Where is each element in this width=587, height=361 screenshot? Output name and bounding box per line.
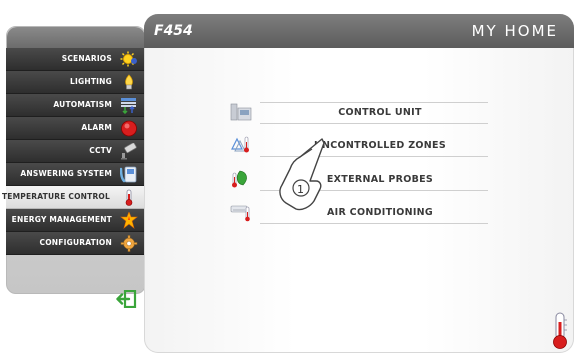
phone-icon — [120, 166, 137, 183]
panel-header: F454 MY HOME — [144, 14, 574, 48]
sidebar-item-answering-system[interactable]: ANSWERING SYSTEM — [6, 163, 146, 186]
sidebar-item-energy-management[interactable]: ENERGY MANAGEMENT — [6, 209, 146, 232]
control-unit-icon — [230, 103, 252, 121]
option-divider — [260, 102, 488, 103]
alarm-icon — [121, 120, 137, 137]
option-control-unit[interactable]: CONTROL UNIT — [230, 102, 500, 124]
sidebar-item-alarm[interactable]: ALARM — [6, 117, 146, 140]
sidebar-item-label: SCENARIOS — [61, 54, 112, 63]
sidebar-item-label: AUTOMATISM — [53, 100, 112, 109]
sidebar-menu: SCENARIOS LIGHTING AUTOMATISM ALARM CCTV… — [2, 48, 146, 255]
option-label: CONTROL UNIT — [338, 107, 422, 118]
back-arrow-icon[interactable] — [115, 290, 137, 308]
sidebar-item-cctv[interactable]: CCTV — [6, 140, 146, 163]
sidebar-item-label: CCTV — [89, 146, 112, 155]
automatism-icon — [121, 98, 136, 114]
sidebar-item-label: ALARM — [81, 123, 112, 132]
external-probes-icon — [232, 170, 247, 188]
scenarios-sun-icon — [120, 51, 137, 67]
sidebar-item-scenarios[interactable]: SCENARIOS — [6, 48, 146, 71]
thermometer-icon — [553, 312, 567, 349]
sidebar-item-label: ANSWERING SYSTEM — [20, 169, 112, 178]
brand-logo: MY HOME — [471, 22, 558, 40]
option-divider — [260, 223, 488, 224]
camera-icon — [121, 143, 137, 160]
sidebar-item-label: TEMPERATURE CONTROL — [1, 192, 110, 201]
sidebar-item-configuration[interactable]: CONFIGURATION — [6, 232, 146, 255]
energy-icon — [120, 212, 138, 229]
main-panel: F454 MY HOME CONTROL UNIT UNCONTROLLED Z… — [144, 14, 574, 353]
gear-icon — [120, 235, 138, 252]
sidebar-item-automatism[interactable]: AUTOMATISM — [6, 94, 146, 117]
pointer-callout-icon — [279, 138, 325, 211]
page-title: F454 — [154, 23, 193, 39]
sidebar-item-lighting[interactable]: LIGHTING — [6, 71, 146, 94]
air-conditioning-icon — [230, 205, 250, 222]
lightbulb-icon — [125, 74, 133, 90]
sidebar-cap — [7, 27, 145, 49]
sidebar-item-temperature-control[interactable]: TEMPERATURE CONTROL — [2, 186, 146, 209]
callout-number: 1 — [297, 183, 304, 196]
thermometer-icon — [125, 189, 133, 206]
sidebar-item-label: ENERGY MANAGEMENT — [11, 215, 112, 224]
sidebar-item-label: CONFIGURATION — [39, 238, 112, 247]
sidebar-item-label: LIGHTING — [70, 77, 112, 86]
uncontrolled-zones-icon — [231, 136, 249, 153]
option-divider — [260, 123, 488, 124]
